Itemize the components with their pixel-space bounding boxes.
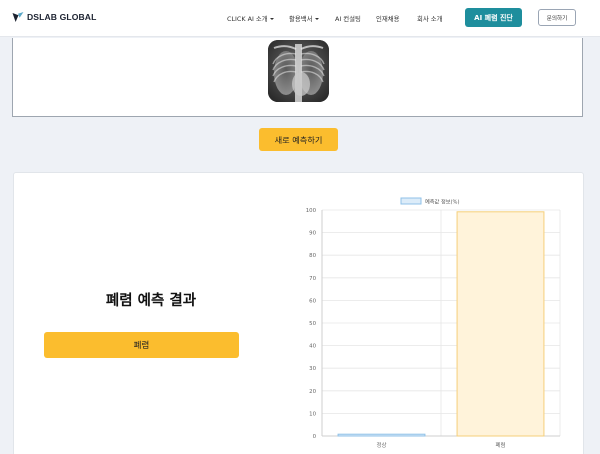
bar-pneumonia [456,211,545,437]
nav-item-careers[interactable]: 인재채용 [376,14,400,23]
y-tick-label: 70 [309,276,316,282]
nav-item-click-ai[interactable]: CLICK AI 소개 [227,14,274,23]
caret-down-icon [269,17,274,20]
contact-button[interactable]: 문의하기 [538,9,576,26]
y-tick-label: 10 [309,411,316,417]
y-tick-label: 40 [309,344,316,350]
nav-item-ai-consulting[interactable]: AI 컨설팅 [335,14,361,23]
y-tick-label: 0 [313,434,317,440]
result-label-badge: 폐렴 [44,332,239,358]
y-tick-label: 30 [309,366,316,372]
image-preview-panel [12,38,583,117]
y-tick-label: 90 [309,231,316,237]
brand-name: DSLAB GLOBAL [27,12,97,22]
nav-item-label: 회사 소개 [417,15,443,23]
new-prediction-button[interactable]: 새로 예측하기 [259,128,338,151]
nav-item-label: 활용백서 [289,15,313,23]
caret-down-icon [314,17,319,20]
chest-xray-image [268,40,329,102]
brand-logo[interactable]: DSLAB GLOBAL [12,11,96,23]
top-navbar: DSLAB GLOBAL CLICK AI 소개 활용백서 AI 컨설팅 인재채… [0,0,600,37]
logo-icon [12,12,24,22]
x-tick-label: 폐렴 [496,441,506,449]
y-tick-label: 100 [306,208,317,214]
y-tick-label: 80 [309,253,316,259]
legend-label: 예측값 정보(%) [425,198,460,206]
nav-item-about[interactable]: 회사 소개 [417,14,443,23]
legend-swatch [400,197,422,205]
prediction-bar-chart: 예측값 정보(%) 0 10 20 30 40 50 60 70 80 90 100 정상 폐렴 [306,197,561,449]
result-title: 폐렴 예측 결과 [105,293,197,309]
bar-normal [337,433,426,437]
nav-item-whitepaper[interactable]: 활용백서 [289,14,319,23]
y-tick-label: 20 [309,389,316,395]
y-tick-label: 50 [309,321,316,327]
nav-item-label: CLICK AI 소개 [227,15,268,23]
ai-pneumonia-diagnosis-button[interactable]: AI 폐렴 진단 [465,8,522,27]
nav-item-label: 인재채용 [376,15,400,23]
nav-item-label: AI 컨설팅 [335,15,361,23]
x-tick-label: 정상 [377,441,387,449]
y-tick-label: 60 [309,298,316,304]
